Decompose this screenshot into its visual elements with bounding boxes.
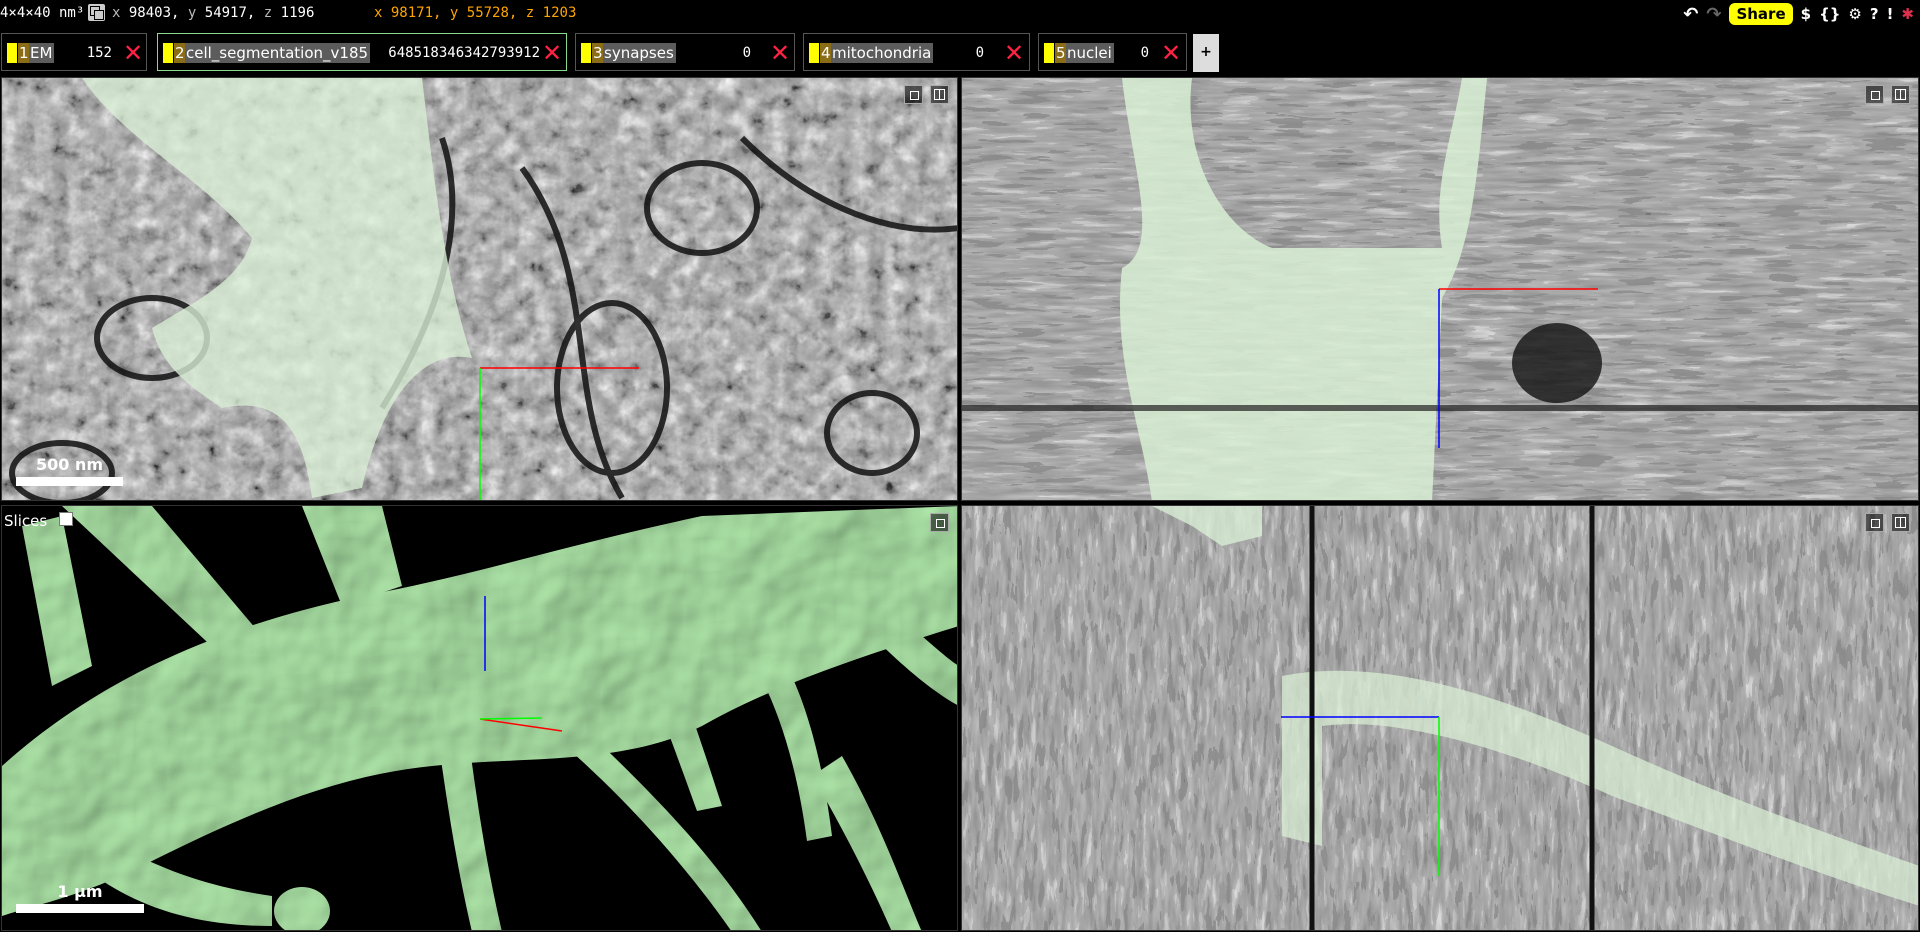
layout-panel-icon[interactable]	[1891, 85, 1910, 104]
layer-value: 0	[1140, 45, 1149, 61]
position-x-label: x	[112, 5, 121, 21]
mouse-x-label: x	[374, 5, 383, 21]
layer-visibility-swatch[interactable]	[7, 43, 17, 63]
layer-number: 5	[1055, 43, 1067, 63]
layer-visibility-swatch[interactable]	[809, 43, 819, 63]
close-layer-icon[interactable]: ✕	[541, 40, 563, 66]
mouse-z-label: z	[525, 5, 535, 21]
maximize-panel-icon[interactable]	[1865, 513, 1884, 532]
layer-visibility-swatch[interactable]	[1044, 43, 1054, 63]
warning-button[interactable]: !	[1887, 5, 1894, 23]
layer-value: 0	[742, 45, 751, 61]
copy-position-icon[interactable]	[88, 4, 105, 21]
settings-gear-icon[interactable]: ⚙	[1848, 5, 1861, 23]
layer-visibility-swatch[interactable]	[163, 43, 173, 63]
position-readout[interactable]: x 98403, y 54917, z 1196	[112, 5, 314, 21]
xz-slice-view[interactable]	[961, 77, 1919, 501]
maximize-panel-icon[interactable]	[904, 85, 923, 104]
dollar-button[interactable]: $	[1801, 5, 1811, 23]
layer-number: 3	[592, 43, 604, 63]
slices-checkbox[interactable]	[59, 512, 73, 526]
em-image-xy	[2, 78, 957, 500]
scale-bar-label: 1 µm	[57, 882, 103, 901]
position-z-label: z	[263, 5, 273, 21]
voxel-size: 4×4×40 nm³	[0, 5, 85, 21]
mouse-y: 55728,	[466, 5, 518, 21]
mouse-position-readout: x 98171, y 55728, z 1203	[374, 5, 576, 21]
layer-tab-mitochondria[interactable]: 4 mitochondria 0 ✕	[803, 33, 1030, 71]
layer-tab-synapses[interactable]: 3 synapses 0 ✕	[575, 33, 795, 71]
layer-value: 0	[975, 45, 984, 61]
position-z[interactable]: 1196	[281, 5, 315, 21]
layer-name[interactable]: synapses	[603, 43, 676, 63]
layer-name[interactable]: nuclei	[1066, 43, 1114, 63]
close-layer-icon[interactable]: ✕	[769, 40, 791, 66]
layer-name[interactable]: mitochondria	[831, 43, 934, 63]
slices-label: Slices	[4, 512, 48, 530]
add-layer-button[interactable]: +	[1193, 34, 1219, 72]
layer-tab-nuclei[interactable]: 5 nuclei 0 ✕	[1038, 33, 1187, 71]
layer-visibility-swatch[interactable]	[581, 43, 591, 63]
layer-value: 152	[86, 45, 112, 61]
layer-value: 648518346342793912	[388, 45, 540, 61]
status-bar: 4×4×40 nm³ x 98403, y 54917, z 1196 x 98…	[0, 0, 1920, 28]
undo-icon[interactable]: ↶	[1683, 4, 1698, 25]
xy-slice-view[interactable]: 500 nm	[1, 77, 958, 501]
layer-number: 4	[820, 43, 832, 63]
mouse-x: 98171,	[390, 5, 442, 21]
3d-mesh-view[interactable]: Slices 1 µm	[1, 505, 958, 931]
json-state-button[interactable]: {}	[1819, 5, 1840, 23]
segment-mesh-3d	[2, 506, 957, 930]
layer-name[interactable]: cell_segmentation_v185	[185, 43, 371, 63]
mouse-z: 1203	[542, 5, 577, 21]
yz-slice-view[interactable]	[961, 505, 1919, 931]
maximize-panel-icon[interactable]	[930, 513, 949, 532]
layer-number: 1	[18, 43, 30, 63]
bug-report-icon[interactable]: ✱	[1901, 5, 1914, 23]
em-image-xz	[962, 78, 1918, 500]
position-x[interactable]: 98403,	[129, 5, 180, 21]
layer-tab-em[interactable]: 1 EM 152 ✕	[1, 33, 147, 71]
close-layer-icon[interactable]: ✕	[1160, 40, 1182, 66]
position-y-label: y	[187, 5, 197, 21]
scale-bar	[16, 477, 123, 486]
redo-icon[interactable]: ↷	[1706, 4, 1721, 25]
maximize-panel-icon[interactable]	[1865, 85, 1884, 104]
layout-panel-icon[interactable]	[1891, 513, 1910, 532]
scale-bar	[16, 904, 144, 913]
close-layer-icon[interactable]: ✕	[122, 40, 144, 66]
layer-panel: 1 EM 152 ✕ 2 cell_segmentation_v185 6485…	[0, 31, 1920, 75]
scale-bar-label: 500 nm	[35, 455, 104, 474]
layer-tab-cell-segmentation[interactable]: 2 cell_segmentation_v185 648518346342793…	[157, 33, 567, 71]
position-y[interactable]: 54917,	[205, 5, 256, 21]
mouse-y-label: y	[449, 5, 459, 21]
layer-name[interactable]: EM	[29, 43, 55, 63]
share-button[interactable]: Share	[1729, 3, 1793, 25]
layout-panel-icon[interactable]	[930, 85, 949, 104]
close-layer-icon[interactable]: ✕	[1003, 40, 1025, 66]
layer-number: 2	[174, 43, 186, 63]
y-axis-line	[479, 717, 543, 720]
help-button[interactable]: ?	[1870, 5, 1879, 23]
em-image-yz	[962, 506, 1918, 930]
toolbar: ↶ ↷ Share $ {} ⚙ ? ! ✱	[1683, 2, 1914, 26]
